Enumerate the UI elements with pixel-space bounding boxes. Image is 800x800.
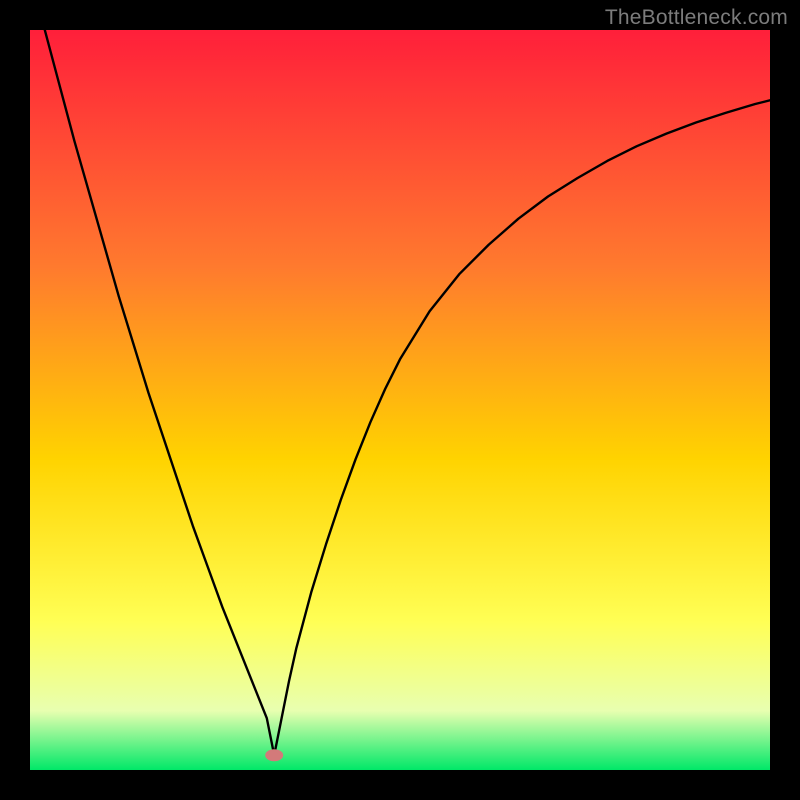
minimum-marker bbox=[265, 749, 283, 761]
chart-plot-area bbox=[30, 30, 770, 770]
chart-svg bbox=[30, 30, 770, 770]
chart-frame: TheBottleneck.com bbox=[0, 0, 800, 800]
attribution-text: TheBottleneck.com bbox=[605, 6, 788, 30]
gradient-background bbox=[30, 30, 770, 770]
